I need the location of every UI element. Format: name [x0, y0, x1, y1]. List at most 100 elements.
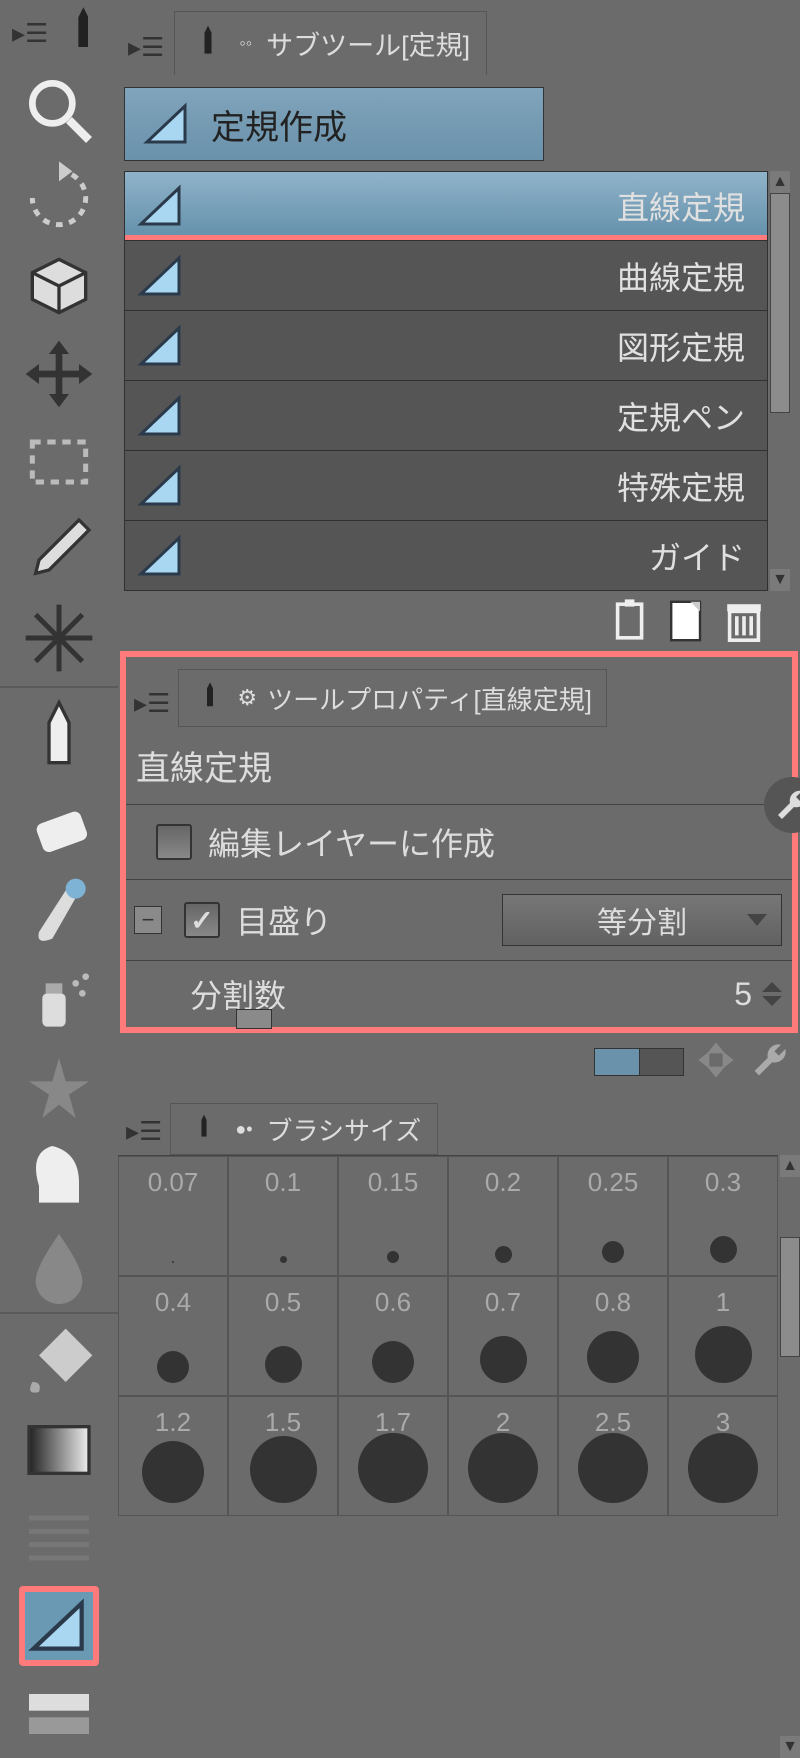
subtool-item-straight-ruler[interactable]: 直線定規 — [124, 171, 768, 241]
panel-menu-icon[interactable]: ▸☰ — [128, 32, 164, 63]
checkbox[interactable] — [156, 824, 192, 860]
brush-dot-icon — [280, 1256, 287, 1263]
subtool-item-figure-ruler[interactable]: 図形定規 — [124, 311, 768, 381]
tool-brush[interactable] — [19, 872, 99, 952]
scroll-up-icon[interactable]: ▲ — [770, 171, 790, 193]
option-create-on-edit-layer[interactable]: 編集レイヤーに作成 — [126, 804, 792, 879]
tool-rotate[interactable] — [19, 158, 99, 238]
delete-subtool-button[interactable] — [720, 597, 768, 645]
tool-3d[interactable] — [19, 246, 99, 326]
subtool-category-label: 定規作成 — [211, 100, 347, 149]
tool-frame[interactable] — [19, 1674, 99, 1754]
scroll-down-icon[interactable]: ▼ — [770, 569, 790, 591]
brush-size-label: 0.07 — [148, 1167, 199, 1198]
scroll-thumb[interactable] — [780, 1237, 800, 1357]
subtool-category-button[interactable]: 定規作成 — [124, 87, 544, 161]
brush-scrollbar[interactable]: ▲ ▼ — [780, 1155, 800, 1758]
select-value: 等分割 — [597, 898, 687, 942]
wrench-icon[interactable] — [748, 1038, 792, 1087]
new-subtool-button[interactable] — [664, 597, 712, 645]
option-scale: − 目盛り 等分割 — [126, 879, 792, 960]
brush-dot-icon — [578, 1433, 648, 1503]
brush-size-label: 0.3 — [705, 1167, 741, 1198]
tool-eraser[interactable] — [19, 784, 99, 864]
tool-decoration[interactable] — [19, 1048, 99, 1128]
aperture-icon[interactable] — [694, 1038, 738, 1087]
brush-dot-icon — [688, 1433, 758, 1503]
tool-gradient[interactable] — [19, 1410, 99, 1490]
brush-size-cell[interactable]: 2.5 — [558, 1396, 668, 1516]
subtool-item-curve-ruler[interactable]: 曲線定規 — [124, 241, 768, 311]
tool-lines[interactable] — [19, 1498, 99, 1578]
brush-dot-icon — [602, 1241, 624, 1263]
brush-size-cell[interactable]: 2 — [448, 1396, 558, 1516]
divisions-stepper[interactable]: 5 — [734, 976, 782, 1013]
stepper-down-icon[interactable] — [762, 996, 782, 1006]
brush-dot-icon — [468, 1433, 538, 1503]
panel-menu-icon[interactable]: ▸☰ — [134, 688, 170, 719]
brush-size-cell[interactable]: 0.6 — [338, 1276, 448, 1396]
scroll-down-icon[interactable]: ▼ — [780, 1736, 800, 1758]
brush-size-cell[interactable]: 0.2 — [448, 1156, 558, 1276]
subtool-list: 直線定規 曲線定規 図形定規 定規ペン 特殊定規 — [124, 171, 790, 591]
brush-size-cell[interactable]: 1.5 — [228, 1396, 338, 1516]
tool-airbrush[interactable] — [19, 960, 99, 1040]
divisions-slider[interactable] — [236, 1009, 272, 1029]
stepper-up-icon[interactable] — [762, 982, 782, 992]
subtool-item-guide[interactable]: ガイド — [124, 521, 768, 591]
tool-fill[interactable] — [19, 1322, 99, 1402]
property-panel-footer — [118, 1033, 800, 1091]
brush-size-cell[interactable]: 3 — [668, 1396, 778, 1516]
brush-dot-icon — [358, 1433, 428, 1503]
brush-size-tab[interactable]: ●• ブラシサイズ — [170, 1103, 438, 1155]
tool-marquee[interactable] — [19, 422, 99, 502]
collapse-toggle[interactable]: − — [134, 906, 162, 934]
subtool-sub-icon: ◦◦ — [239, 33, 252, 54]
brush-dot-icon — [250, 1436, 317, 1503]
brush-size-cell[interactable]: 0.1 — [228, 1156, 338, 1276]
brush-size-cell[interactable]: 0.4 — [118, 1276, 228, 1396]
tool-property-tab[interactable]: ⚙ ツールプロパティ[直線定規] — [178, 669, 607, 727]
tool-ruler[interactable] — [19, 1586, 99, 1666]
tool-blend[interactable] — [19, 1136, 99, 1216]
subtool-item-ruler-pen[interactable]: 定規ペン — [124, 381, 768, 451]
scroll-up-icon[interactable]: ▲ — [780, 1155, 800, 1177]
option-label: 目盛り — [236, 897, 332, 943]
toolbar-header: ▸☰ — [0, 0, 118, 66]
subtool-scrollbar[interactable]: ▲ ▼ — [770, 171, 790, 591]
scale-select[interactable]: 等分割 — [502, 894, 782, 946]
tool-eyedropper[interactable] — [19, 510, 99, 590]
pen-icon — [195, 1115, 214, 1144]
current-tool-name: 直線定規 — [126, 727, 792, 804]
brush-size-cell[interactable]: 1.7 — [338, 1396, 448, 1516]
paste-subtool-button[interactable] — [608, 597, 656, 645]
checkbox[interactable] — [184, 902, 220, 938]
panel-menu-icon[interactable]: ▸☰ — [12, 18, 48, 49]
ruler-icon — [137, 462, 185, 510]
tool-zoom[interactable] — [19, 70, 99, 150]
brush-size-cell[interactable]: 1.2 — [118, 1396, 228, 1516]
brush-size-cell[interactable]: 1 — [668, 1276, 778, 1396]
subtool-item-label: 特殊定規 — [617, 463, 755, 509]
subtool-tab[interactable]: ◦◦ サブツール[定規] — [174, 11, 487, 75]
tool-droplet[interactable] — [19, 1224, 99, 1304]
brush-size-cell[interactable]: 0.8 — [558, 1276, 668, 1396]
brush-size-cell[interactable]: 0.07 — [118, 1156, 228, 1276]
brush-size-cell[interactable]: 0.3 — [668, 1156, 778, 1276]
tool-pen[interactable] — [19, 696, 99, 776]
subtool-item-special-ruler[interactable]: 特殊定規 — [124, 451, 768, 521]
scroll-thumb[interactable] — [770, 193, 790, 413]
panel-menu-icon[interactable]: ▸☰ — [126, 1116, 162, 1147]
tool-move[interactable] — [19, 334, 99, 414]
tool-sparkle[interactable] — [19, 598, 99, 678]
brush-size-cell[interactable]: 0.25 — [558, 1156, 668, 1276]
ruler-icon — [137, 182, 185, 230]
subtool-item-label: ガイド — [649, 533, 755, 579]
brush-size-cell[interactable]: 0.15 — [338, 1156, 448, 1276]
brush-size-cell[interactable]: 0.7 — [448, 1276, 558, 1396]
brush-size-label: 2 — [496, 1407, 510, 1438]
brush-size-title: ブラシサイズ — [267, 1111, 422, 1148]
layout-toggle-a[interactable] — [595, 1049, 640, 1075]
layout-toggle-b[interactable] — [640, 1049, 684, 1075]
brush-size-cell[interactable]: 0.5 — [228, 1276, 338, 1396]
